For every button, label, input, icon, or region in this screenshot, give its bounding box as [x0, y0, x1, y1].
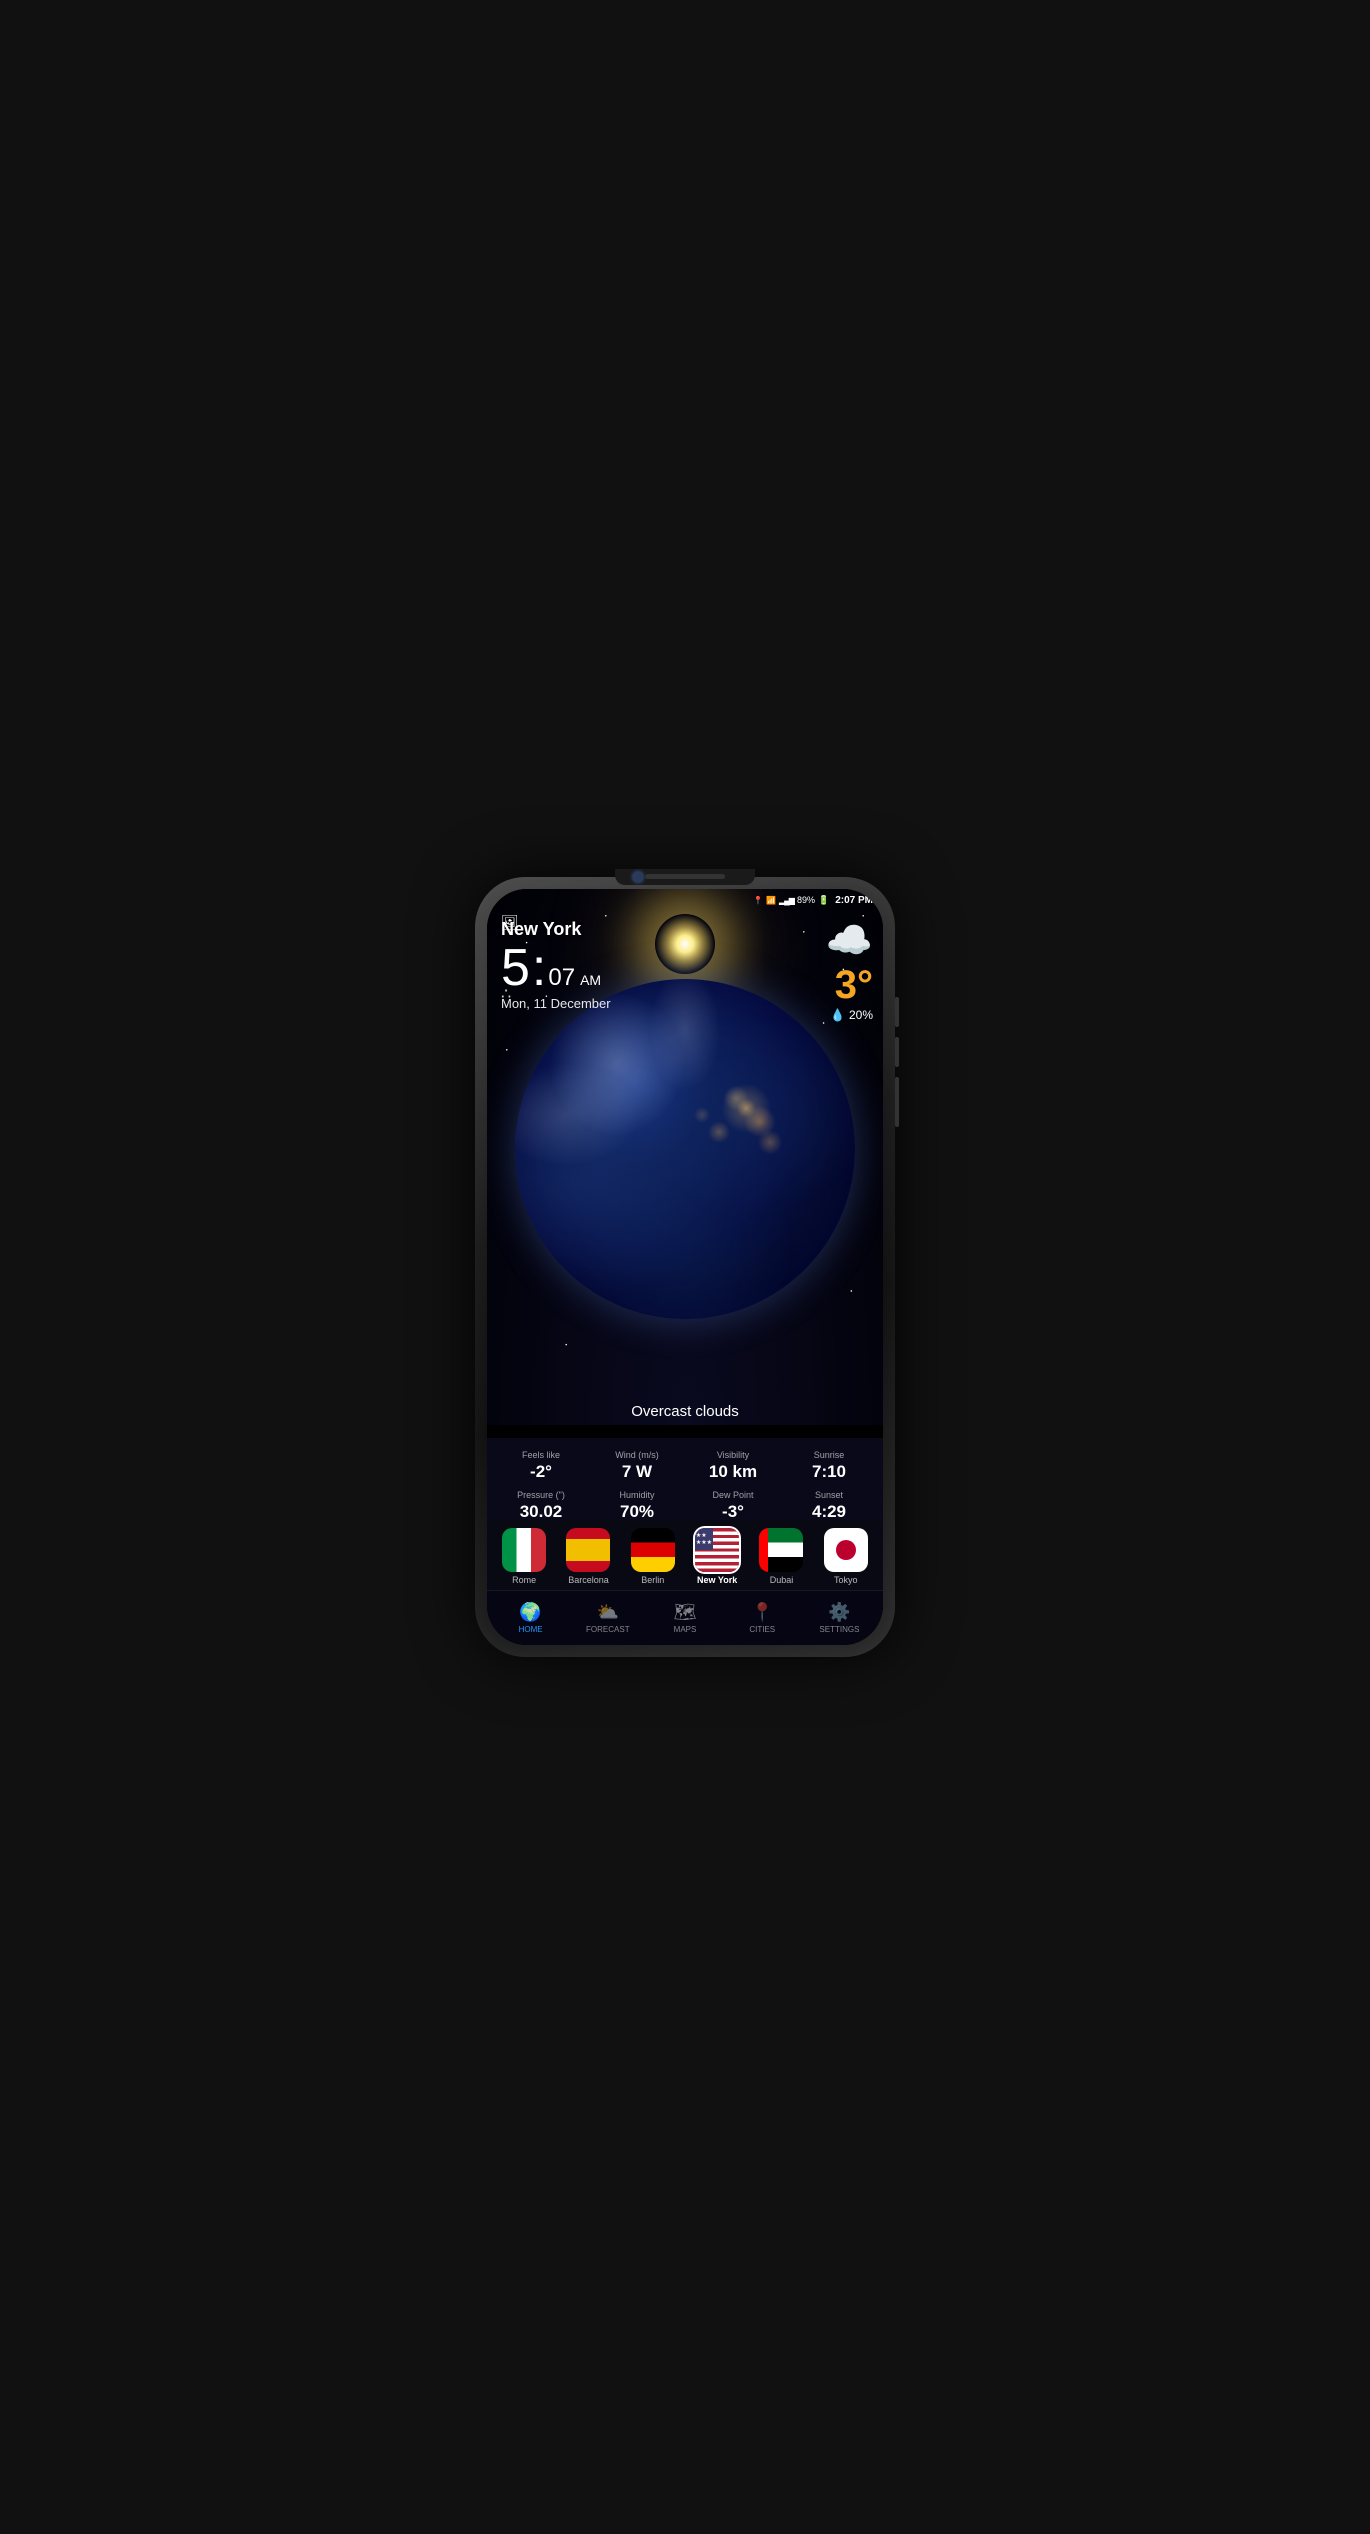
- pressure-label: Pressure ("): [497, 1490, 585, 1500]
- detail-wind: Wind (m/s) 7 W: [593, 1450, 681, 1482]
- detail-sunrise: Sunrise 7:10: [785, 1450, 873, 1482]
- feels-like-value: -2°: [497, 1462, 585, 1482]
- nav-item-home[interactable]: 🌍 HOME: [492, 1602, 569, 1634]
- weather-cloud-icon: ☁️: [826, 919, 873, 963]
- dewpoint-value: -3°: [689, 1502, 777, 1522]
- time-colon: :: [532, 942, 546, 994]
- temperature-value: 3°: [835, 963, 873, 1007]
- city-label-dubai: Dubai: [770, 1575, 794, 1585]
- cities-icon: 📍: [751, 1602, 773, 1623]
- temperature-widget: ☁️ 3° 💧 20%: [826, 919, 873, 1022]
- city-label-tokyo: Tokyo: [834, 1575, 858, 1585]
- phone-screen: 📍 📶 ▂▄▆ 89% 🔋 2:07 PM 🖼: [487, 889, 883, 1645]
- city-flag-newyork: ★★★★★: [695, 1528, 739, 1572]
- wind-label: Wind (m/s): [593, 1450, 681, 1460]
- sunset-value: 4:29: [785, 1502, 873, 1522]
- rain-probability: 💧 20%: [826, 1008, 873, 1022]
- city-flag-barcelona: [566, 1528, 610, 1572]
- weather-condition: Overcast clouds: [487, 1403, 883, 1420]
- visibility-value: 10 km: [689, 1462, 777, 1482]
- app-screen: 📍 📶 ▂▄▆ 89% 🔋 2:07 PM 🖼: [487, 889, 883, 1645]
- detail-humidity: Humidity 70%: [593, 1490, 681, 1522]
- weather-details-panel: Feels like -2° Wind (m/s) 7 W Visibility…: [487, 1438, 883, 1530]
- city-item-newyork[interactable]: ★★★★★ New York: [695, 1528, 739, 1585]
- phone-frame: 📍 📶 ▂▄▆ 89% 🔋 2:07 PM 🖼: [475, 877, 895, 1657]
- sunrise-value: 7:10: [785, 1462, 873, 1482]
- power-button[interactable]: [895, 1077, 899, 1127]
- home-label: HOME: [519, 1625, 543, 1634]
- city-label-barcelona: Barcelona: [568, 1575, 609, 1585]
- city-flag-dubai: [759, 1528, 803, 1572]
- status-icons: 📍 📶 ▂▄▆ 89% 🔋 2:07 PM: [753, 895, 873, 906]
- time-display: 5 : 07 AM: [501, 942, 869, 994]
- detail-dewpoint: Dew Point -3°: [689, 1490, 777, 1522]
- maps-label: MAPS: [674, 1625, 697, 1634]
- wifi-icon: 📶: [766, 896, 776, 905]
- city-name: New York: [501, 919, 869, 940]
- weather-overlay: New York 5 : 07 AM Mon, 11 December: [487, 911, 883, 1019]
- pressure-value: 30.02: [497, 1502, 585, 1522]
- earth-rim: [515, 979, 855, 1319]
- nav-item-maps[interactable]: 🗺 MAPS: [646, 1602, 723, 1634]
- camera-dot: [633, 872, 643, 882]
- date-display: Mon, 11 December: [501, 996, 869, 1011]
- sunset-label: Sunset: [785, 1490, 873, 1500]
- nav-item-forecast[interactable]: ⛅ FORECAST: [569, 1602, 646, 1634]
- city-label-rome: Rome: [512, 1575, 536, 1585]
- volume-down-button[interactable]: [895, 1037, 899, 1067]
- city-flag-berlin: [631, 1528, 675, 1572]
- time-minute: 07: [548, 964, 575, 992]
- city-item-rome[interactable]: Rome: [502, 1528, 546, 1585]
- city-flag-tokyo: [824, 1528, 868, 1572]
- clock-text: 2:07 PM: [835, 895, 873, 906]
- city-item-tokyo[interactable]: Tokyo: [824, 1528, 868, 1585]
- city-shortcuts-bar: Rome Barcelona Berlin ★★★★★: [487, 1520, 883, 1590]
- nav-item-settings[interactable]: ⚙️ SETTINGS: [801, 1602, 878, 1634]
- wind-value: 7 W: [593, 1462, 681, 1482]
- location-icon: 📍: [753, 896, 763, 905]
- settings-icon: ⚙️: [828, 1602, 850, 1623]
- visibility-label: Visibility: [689, 1450, 777, 1460]
- signal-icon: ▂▄▆: [779, 896, 794, 905]
- humidity-value: 70%: [593, 1502, 681, 1522]
- earth-globe: [515, 979, 855, 1319]
- detail-sunset: Sunset 4:29: [785, 1490, 873, 1522]
- battery-icon: 🔋: [818, 895, 829, 906]
- city-item-dubai[interactable]: Dubai: [759, 1528, 803, 1585]
- maps-icon: 🗺: [674, 1602, 697, 1623]
- speaker-bar: [645, 874, 725, 879]
- battery-text: 89%: [797, 895, 815, 905]
- city-item-berlin[interactable]: Berlin: [631, 1528, 675, 1585]
- detail-visibility: Visibility 10 km: [689, 1450, 777, 1482]
- forecast-icon: ⛅: [597, 1602, 619, 1623]
- cities-label: CITIES: [749, 1625, 775, 1634]
- humidity-label: Humidity: [593, 1490, 681, 1500]
- phone-top-bar: [615, 869, 755, 885]
- city-item-barcelona[interactable]: Barcelona: [566, 1528, 610, 1585]
- bottom-navigation: 🌍 HOME ⛅ FORECAST 🗺 MAPS 📍 CITIES: [487, 1590, 883, 1645]
- sunrise-label: Sunrise: [785, 1450, 873, 1460]
- rain-drop-icon: 💧: [830, 1008, 845, 1022]
- detail-pressure: Pressure (") 30.02: [497, 1490, 585, 1522]
- time-ampm: AM: [580, 972, 601, 988]
- city-label-berlin: Berlin: [641, 1575, 664, 1585]
- dewpoint-label: Dew Point: [689, 1490, 777, 1500]
- rain-percent: 20%: [849, 1008, 873, 1022]
- status-bar: 📍 📶 ▂▄▆ 89% 🔋 2:07 PM: [487, 889, 883, 911]
- japan-flag-circle: [836, 1540, 856, 1560]
- detail-feels-like: Feels like -2°: [497, 1450, 585, 1482]
- volume-up-button[interactable]: [895, 997, 899, 1027]
- feels-like-label: Feels like: [497, 1450, 585, 1460]
- home-icon: 🌍: [519, 1602, 541, 1623]
- photo-icon[interactable]: 🖼: [501, 914, 519, 931]
- time-hour: 5: [501, 942, 530, 994]
- city-flag-rome: [502, 1528, 546, 1572]
- nav-item-cities[interactable]: 📍 CITIES: [724, 1602, 801, 1634]
- forecast-label: FORECAST: [586, 1625, 630, 1634]
- settings-label: SETTINGS: [819, 1625, 859, 1634]
- city-label-newyork: New York: [697, 1575, 737, 1585]
